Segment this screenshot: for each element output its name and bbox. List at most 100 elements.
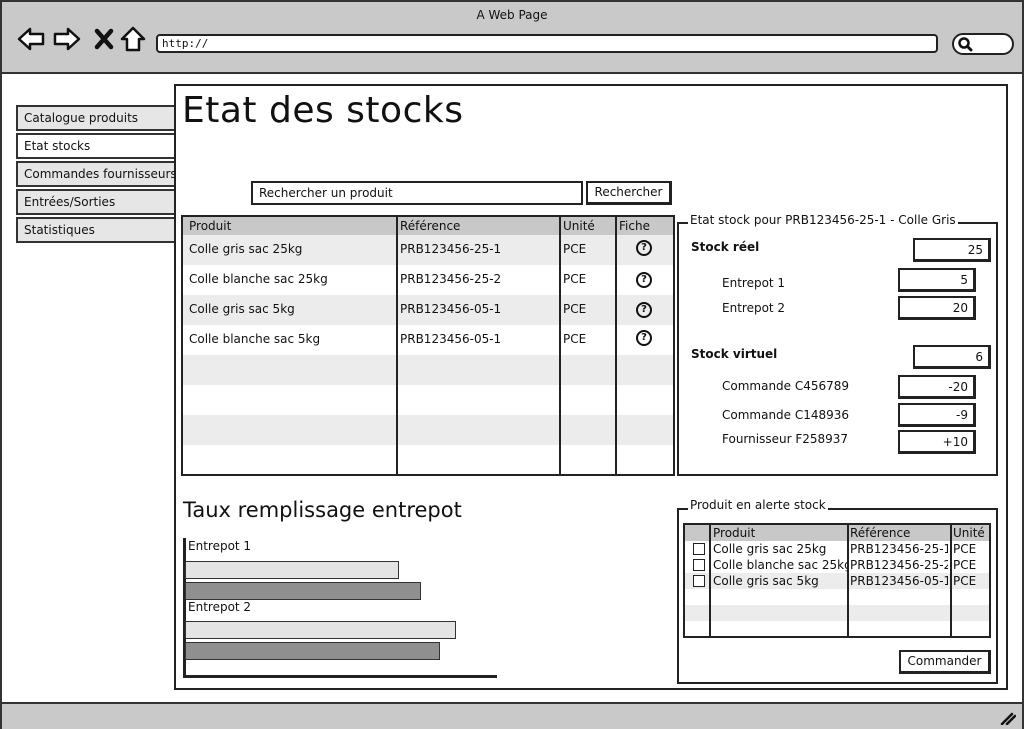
- cell-reference: PRB123456-25-2: [850, 558, 948, 572]
- mouvement-1-label: Commande C456789: [722, 379, 850, 393]
- column-header-reference[interactable]: Référence: [850, 526, 910, 540]
- entrepot-1-field[interactable]: 5: [898, 268, 976, 292]
- cell-produit: Colle blanche sac 25kg: [189, 272, 328, 286]
- column-header-reference[interactable]: Référence: [400, 219, 460, 233]
- column-divider: [709, 525, 711, 636]
- table-row-empty: [685, 605, 989, 621]
- row-checkbox[interactable]: [693, 559, 705, 571]
- products-table: Produit Référence Unité Fiche Colle gris…: [181, 215, 675, 476]
- browser-titlebar: A Web Page http://: [2, 2, 1022, 74]
- resize-grip-icon[interactable]: [1000, 711, 1016, 725]
- close-icon[interactable]: [90, 24, 120, 54]
- mouvement-1-field[interactable]: -20: [898, 375, 976, 399]
- cell-produit: Colle gris sac 5kg: [189, 302, 295, 316]
- table-row-empty: [685, 621, 989, 636]
- table-row-empty: [183, 385, 673, 415]
- table-row-empty: [183, 415, 673, 445]
- cell-reference: PRB123456-05-1: [400, 302, 502, 316]
- fill-rate-bar: [185, 621, 456, 639]
- table-row[interactable]: Colle blanche sac 5kg PRB123456-05-1 PCE…: [183, 325, 673, 355]
- fill-rate-bar: [185, 642, 440, 660]
- cell-produit: Colle blanche sac 25kg: [713, 558, 847, 572]
- entrepot-2-label: Entrepot 2: [722, 301, 786, 315]
- search-button[interactable]: Rechercher: [586, 181, 672, 205]
- sidebar-nav: Catalogue produits Etat stocks Commandes…: [16, 105, 176, 245]
- table-row-empty: [183, 445, 673, 474]
- cell-produit: Colle blanche sac 5kg: [189, 332, 321, 346]
- search-input[interactable]: Rechercher un produit: [251, 181, 583, 205]
- cell-reference: PRB123456-05-1: [850, 574, 948, 588]
- table-row-empty: [685, 589, 989, 605]
- column-header-unite[interactable]: Unité: [563, 219, 595, 233]
- fiche-help-icon[interactable]: ?: [636, 330, 652, 346]
- table-row[interactable]: Colle gris sac 25kg PRB123456-25-1 PCE: [685, 541, 989, 557]
- cell-reference: PRB123456-25-1: [400, 242, 502, 256]
- sidebar-item-etat-stocks[interactable]: Etat stocks: [16, 133, 176, 159]
- cell-reference: PRB123456-05-1: [400, 332, 502, 346]
- stock-reel-label: Stock réel: [691, 240, 760, 254]
- table-row[interactable]: Colle gris sac 5kg PRB123456-05-1 PCE ?: [183, 295, 673, 325]
- browser-search[interactable]: [952, 33, 1014, 55]
- cell-unite: PCE: [953, 574, 977, 588]
- column-header-produit[interactable]: Produit: [713, 526, 755, 540]
- search-icon: [958, 37, 973, 52]
- fiche-help-icon[interactable]: ?: [636, 240, 652, 256]
- commander-button[interactable]: Commander: [899, 650, 991, 674]
- fill-rate-group-label: Entrepot 1: [188, 539, 252, 553]
- column-header-produit[interactable]: Produit: [189, 219, 231, 233]
- stock-detail-legend: Etat stock pour PRB123456-25-1 - Colle G…: [688, 213, 958, 227]
- mouvement-2-label: Commande C148936: [722, 408, 850, 422]
- column-header-fiche[interactable]: Fiche: [619, 219, 650, 233]
- stock-reel-field[interactable]: 25: [913, 238, 991, 262]
- cell-unite: PCE: [563, 332, 587, 346]
- entrepot-2-field[interactable]: 20: [898, 296, 976, 320]
- sidebar-item-catalogue[interactable]: Catalogue produits: [16, 105, 176, 131]
- chart-axis-x: [183, 675, 497, 678]
- fill-rate-group-label: Entrepot 2: [188, 600, 252, 614]
- fill-rate-bar: [185, 561, 399, 579]
- alert-stock-legend: Produit en alerte stock: [688, 498, 828, 512]
- entrepot-1-label: Entrepot 1: [722, 276, 786, 290]
- cell-unite: PCE: [953, 558, 977, 572]
- column-divider: [559, 217, 561, 474]
- cell-unite: PCE: [563, 272, 587, 286]
- cell-reference: PRB123456-25-2: [400, 272, 502, 286]
- column-header-unite[interactable]: Unité: [953, 526, 985, 540]
- cell-reference: PRB123456-25-1: [850, 542, 948, 556]
- table-row-empty: [183, 355, 673, 385]
- fill-rate-bar: [185, 582, 421, 600]
- sidebar-item-entrees-sorties[interactable]: Entrées/Sorties: [16, 189, 176, 215]
- home-icon[interactable]: [118, 24, 148, 54]
- mouvement-3-label: Fournisseur F258937: [722, 432, 849, 446]
- stock-virtuel-field[interactable]: 6: [913, 345, 991, 369]
- url-bar[interactable]: http://: [156, 34, 938, 53]
- alert-stock-table: Produit Référence Unité Colle gris sac 2…: [683, 523, 991, 638]
- page-title: Etat des stocks: [182, 90, 464, 131]
- column-divider: [615, 217, 617, 474]
- table-row[interactable]: Colle blanche sac 25kg PRB123456-25-2 PC…: [685, 557, 989, 573]
- column-divider: [847, 525, 849, 636]
- mouvement-2-field[interactable]: -9: [898, 403, 976, 427]
- cell-unite: PCE: [953, 542, 977, 556]
- fiche-help-icon[interactable]: ?: [636, 272, 652, 288]
- cell-unite: PCE: [563, 242, 587, 256]
- row-checkbox[interactable]: [693, 575, 705, 587]
- mouvement-3-field[interactable]: +10: [898, 430, 976, 454]
- back-icon[interactable]: [16, 24, 46, 54]
- column-divider: [950, 525, 952, 636]
- cell-unite: PCE: [563, 302, 587, 316]
- sidebar-item-commandes[interactable]: Commandes fournisseurs: [16, 161, 176, 187]
- cell-produit: Colle gris sac 5kg: [713, 574, 819, 588]
- row-checkbox[interactable]: [693, 543, 705, 555]
- fiche-help-icon[interactable]: ?: [636, 302, 652, 318]
- table-row[interactable]: Colle blanche sac 25kg PRB123456-25-2 PC…: [183, 265, 673, 295]
- table-row[interactable]: Colle gris sac 5kg PRB123456-05-1 PCE: [685, 573, 989, 589]
- cell-produit: Colle gris sac 25kg: [713, 542, 827, 556]
- fill-rate-title: Taux remplissage entrepot: [183, 498, 462, 522]
- window-title: A Web Page: [476, 8, 548, 22]
- forward-icon[interactable]: [52, 24, 82, 54]
- sidebar-item-statistiques[interactable]: Statistiques: [16, 217, 176, 243]
- column-divider: [396, 217, 398, 474]
- table-row[interactable]: Colle gris sac 25kg PRB123456-25-1 PCE ?: [183, 235, 673, 265]
- stock-virtuel-label: Stock virtuel: [691, 347, 778, 361]
